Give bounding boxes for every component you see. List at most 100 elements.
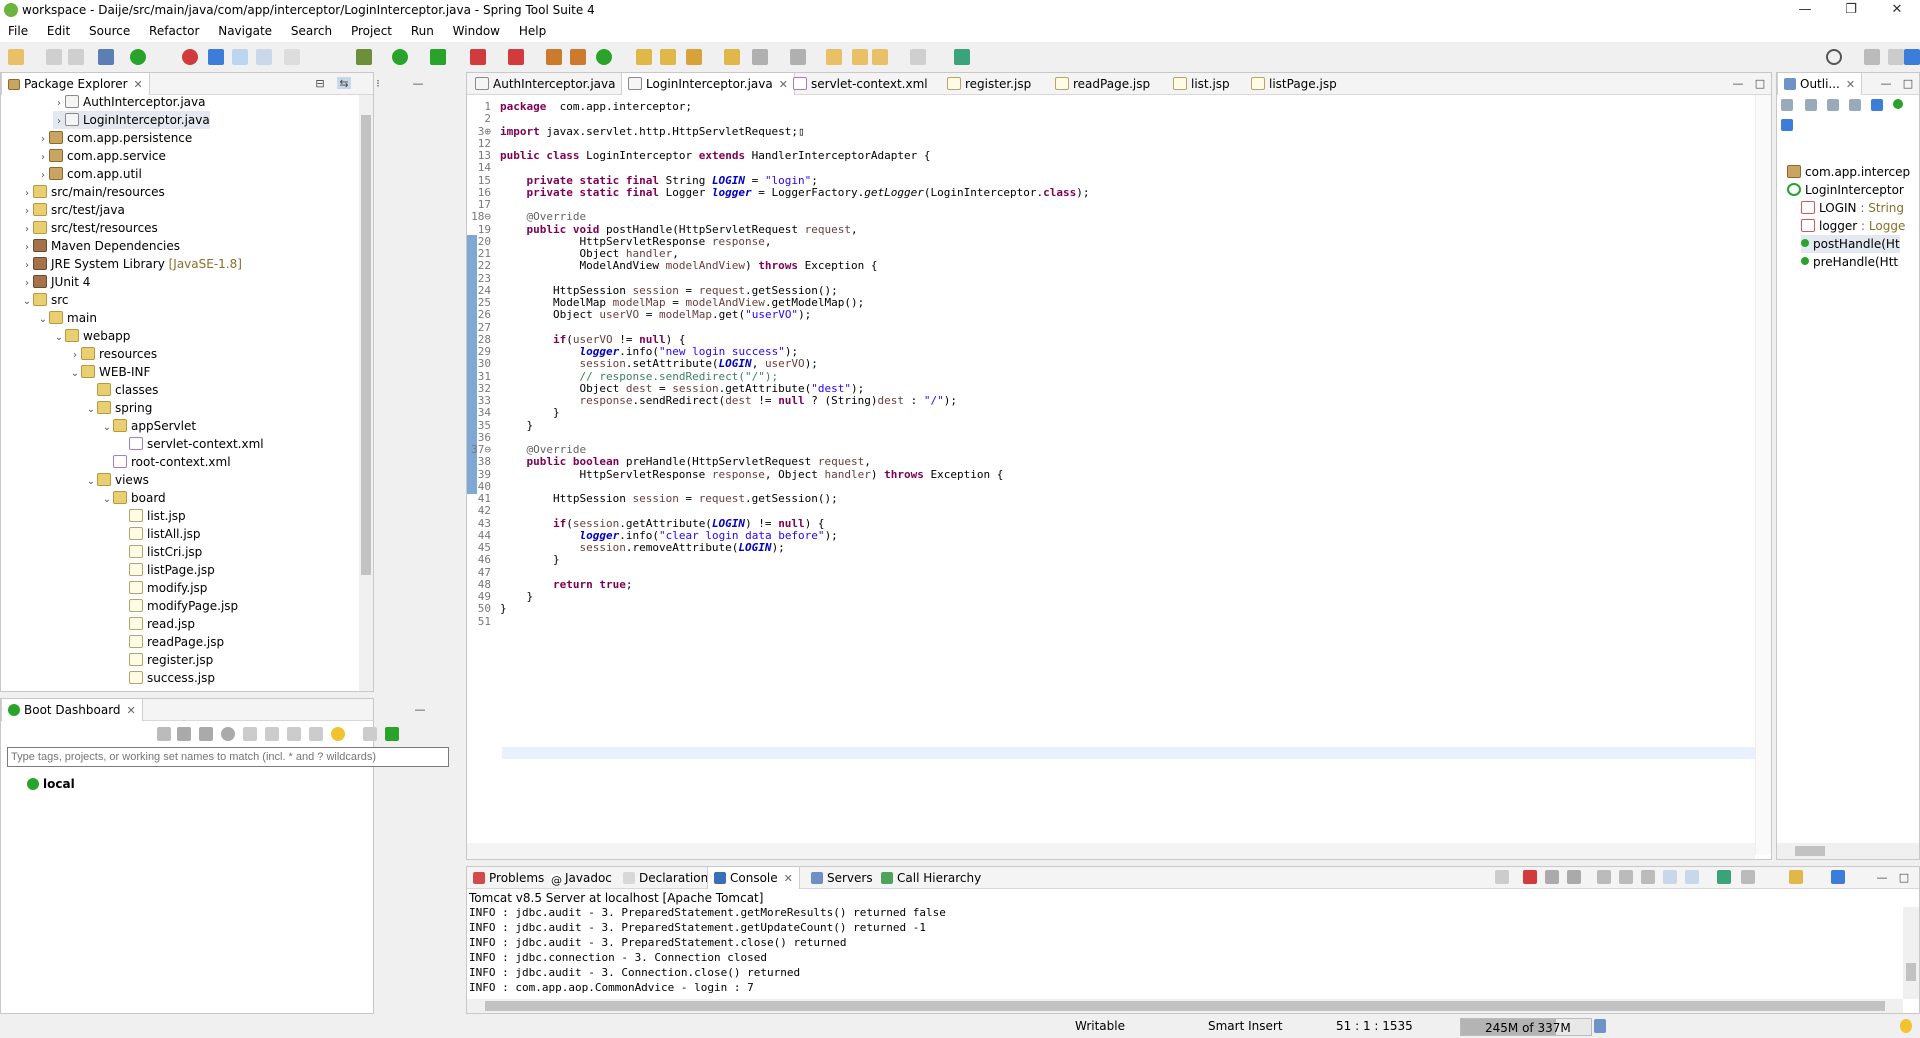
hide-fields-icon[interactable] — [1805, 99, 1817, 111]
tree-item[interactable]: register.jsp — [117, 651, 213, 669]
open-perspective-icon[interactable] — [1864, 49, 1880, 65]
open-type-icon[interactable] — [208, 49, 224, 65]
close-icon[interactable]: ✕ — [1846, 78, 1855, 91]
tree-item[interactable]: ⌄ appServlet — [101, 417, 196, 435]
tree-item[interactable]: › src/test/java — [21, 201, 125, 219]
sort-icon[interactable] — [1781, 99, 1793, 111]
tree-item[interactable]: classes — [85, 381, 158, 399]
minimize-editor-icon[interactable]: — — [1731, 77, 1745, 90]
tree-item[interactable]: › JRE System Library [JavaSE-1.8] — [21, 255, 242, 273]
tree-item[interactable]: ⌄ board — [101, 489, 166, 507]
tree-item[interactable]: › com.app.service — [37, 147, 166, 165]
save-icon[interactable] — [46, 49, 62, 65]
properties-icon[interactable] — [309, 727, 323, 741]
tab-logininterceptor[interactable]: LoginInterceptor.java ✕ — [621, 73, 795, 95]
menu-search[interactable]: Search — [283, 22, 339, 38]
boot-item-local[interactable]: local — [27, 775, 75, 793]
close-icon[interactable]: ✕ — [784, 872, 793, 885]
menu-project[interactable]: Project — [343, 22, 399, 38]
open-console-icon[interactable] — [1741, 870, 1755, 884]
stop-icon[interactable] — [470, 49, 486, 65]
tab-javadoc[interactable]: @ Javadoc — [545, 867, 618, 889]
tab-readpage-jsp[interactable]: readPage.jsp — [1049, 73, 1156, 95]
tree-item[interactable]: success.jsp — [117, 669, 215, 687]
tree-item[interactable]: › LoginInterceptor.java — [53, 111, 210, 129]
open-file-icon[interactable] — [724, 49, 740, 65]
expanded-chevron-icon[interactable]: ⌄ — [85, 401, 97, 419]
last-edit-icon[interactable] — [826, 49, 842, 65]
tab-outline[interactable]: Outli... ✕ — [1777, 73, 1863, 95]
terminate-icon[interactable] — [1523, 870, 1537, 884]
garbage-collect-icon[interactable] — [1594, 1019, 1606, 1033]
minimize-view-icon[interactable]: — — [1879, 77, 1893, 90]
menu-navigate[interactable]: Navigate — [210, 22, 279, 38]
tree-item[interactable]: › JUnit 4 — [21, 273, 90, 291]
add-icon[interactable] — [385, 727, 399, 741]
tree-item[interactable]: listPage.jsp — [117, 561, 215, 579]
console-scrollbar-thumb[interactable] — [1906, 963, 1916, 981]
forward-edit-icon[interactable] — [852, 49, 868, 65]
console-h-scrollbar[interactable] — [467, 999, 1903, 1013]
clear-console-icon[interactable] — [1495, 870, 1509, 884]
show-whitespace-icon[interactable] — [284, 49, 300, 65]
lightbulb-icon[interactable] — [331, 727, 345, 741]
code-editor[interactable]: 1 package com.app.interceptor; 2 3⊕ import j… — [467, 95, 1771, 859]
forward-icon[interactable] — [910, 49, 926, 65]
expose-icon[interactable] — [265, 727, 279, 741]
tab-problems[interactable]: Problems — [467, 867, 550, 889]
open-console-icon[interactable] — [98, 49, 114, 65]
show-on-output-icon[interactable] — [1641, 870, 1655, 884]
console-v-scrollbar[interactable] — [1903, 907, 1919, 999]
pin-editor-icon[interactable] — [954, 49, 970, 65]
tab-declaration[interactable]: Declaration — [617, 867, 714, 889]
mark-occurrences-icon[interactable] — [232, 49, 248, 65]
menu-help[interactable]: Help — [511, 22, 553, 38]
tab-servlet-context[interactable]: servlet-context.xml — [787, 73, 934, 95]
tree-item[interactable]: list.jsp — [117, 507, 186, 525]
open-console-icon[interactable] — [243, 727, 257, 741]
tree-item[interactable]: ⌄ spring — [85, 399, 152, 417]
menu-file[interactable]: File — [0, 22, 35, 38]
debug-icon[interactable] — [177, 727, 191, 741]
expanded-chevron-icon[interactable]: ⌄ — [85, 473, 97, 491]
java-ee-perspective-icon[interactable] — [1888, 49, 1904, 65]
external-tools-icon[interactable] — [430, 49, 446, 65]
outline-scrollbar-thumb[interactable] — [1795, 846, 1825, 856]
expanded-chevron-icon[interactable]: ⌄ — [69, 365, 81, 383]
new-java-project-icon[interactable] — [546, 49, 562, 65]
tree-item[interactable]: listCri.jsp — [117, 543, 202, 561]
tree-item[interactable]: root-context.xml — [101, 453, 231, 471]
close-icon[interactable]: ✕ — [134, 78, 143, 91]
outline-item[interactable]: preHandle(Htt — [1801, 253, 1898, 271]
expanded-chevron-icon[interactable]: ⌄ — [101, 491, 113, 509]
remove-launch-icon[interactable] — [1545, 870, 1559, 884]
close-button[interactable]: ✕ — [1882, 2, 1912, 20]
display-console-icon[interactable] — [1717, 870, 1731, 884]
expanded-chevron-icon[interactable]: ⌄ — [37, 311, 49, 329]
new-icon[interactable] — [8, 49, 24, 65]
outline-item[interactable]: LOGIN : String — [1801, 199, 1904, 217]
java-perspective-icon[interactable] — [1904, 49, 1920, 65]
focus-icon[interactable] — [1893, 99, 1903, 109]
expanded-chevron-icon[interactable]: ⌄ — [101, 419, 113, 437]
edit-icon[interactable] — [287, 727, 301, 741]
search-icon-top[interactable] — [1826, 49, 1842, 65]
tree-item[interactable]: ⌄ WEB-INF — [69, 363, 150, 381]
outline-item[interactable]: com.app.intercep — [1787, 163, 1910, 181]
tab-call-hierarchy[interactable]: Call Hierarchy — [875, 867, 987, 889]
outline-item[interactable]: postHandle(Ht — [1801, 235, 1900, 253]
menu-run[interactable]: Run — [403, 22, 441, 38]
save-all-icon[interactable] — [68, 49, 84, 65]
stop-icon[interactable] — [199, 727, 213, 741]
hide-local-types-icon[interactable] — [1871, 99, 1883, 111]
previous-annotation-icon[interactable] — [790, 49, 806, 65]
refresh-icon[interactable] — [221, 727, 235, 741]
tree-item[interactable]: › com.app.util — [37, 165, 142, 183]
new-package-icon[interactable] — [570, 49, 586, 65]
outline-h-scrollbar[interactable] — [1777, 843, 1919, 859]
expanded-chevron-icon[interactable]: ⌄ — [53, 329, 65, 347]
open-folder-icon[interactable] — [636, 49, 652, 65]
tree-item[interactable]: ⌄ webapp — [53, 327, 130, 345]
tree-item[interactable]: › com.app.persistence — [37, 129, 192, 147]
menu-edit[interactable]: Edit — [39, 22, 77, 38]
